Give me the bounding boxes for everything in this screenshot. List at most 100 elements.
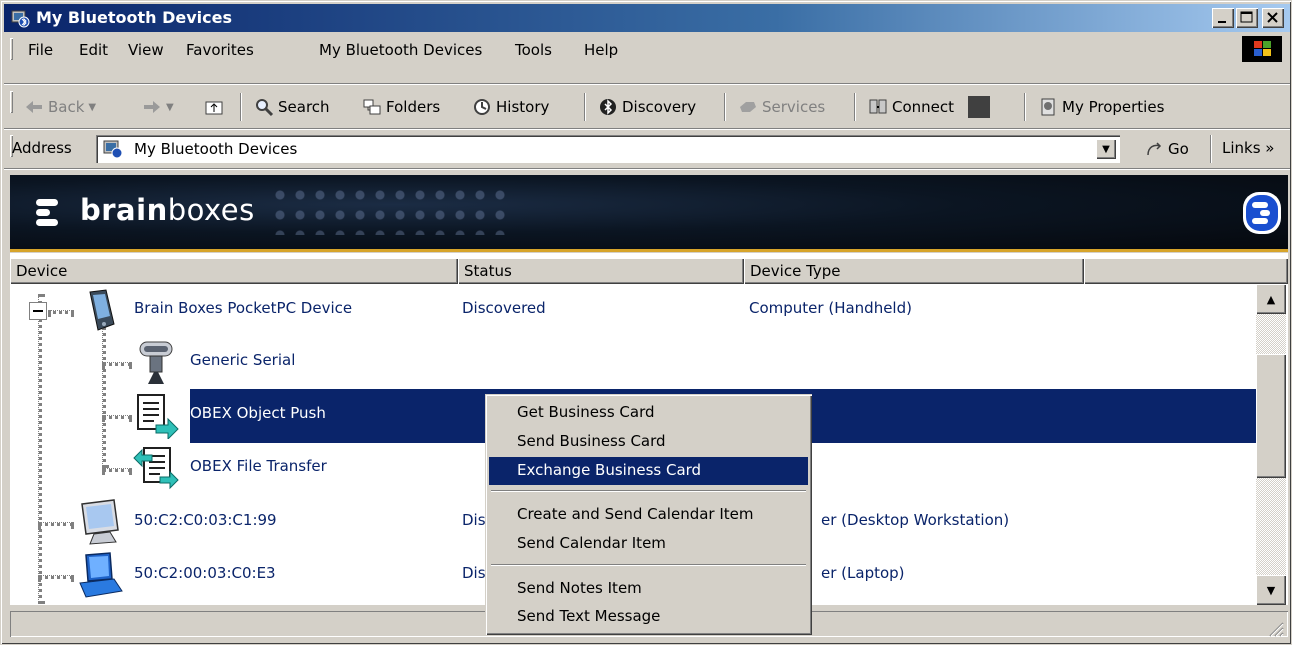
device-row-pocketpc[interactable]: Brain Boxes PocketPC Device Discovered C… (10, 284, 1256, 338)
back-dropdown-icon[interactable]: ▼ (88, 102, 96, 113)
obex-transfer-icon (133, 447, 179, 490)
minimize-icon (1218, 21, 1226, 23)
toolbar-separator (1210, 135, 1212, 163)
pocketpc-icon (89, 289, 115, 331)
back-button[interactable]: Back ▼ (24, 95, 96, 119)
services-label: Services (762, 98, 826, 116)
search-icon (256, 99, 274, 117)
close-icon (1267, 12, 1278, 23)
history-icon (474, 99, 490, 115)
device-name: 50:C2:00:03:C0:E3 (134, 564, 276, 582)
brand-wordmark: brainboxes (80, 193, 255, 227)
history-button[interactable]: History (472, 95, 549, 119)
my-properties-button[interactable]: My Properties (1038, 95, 1164, 119)
toolbar-separator (854, 93, 856, 121)
vertical-scrollbar[interactable]: ▲ ▼ (1256, 284, 1286, 605)
up-folder-button[interactable] (204, 95, 224, 119)
bluetooth-icon (600, 99, 616, 115)
address-input[interactable]: My Bluetooth Devices ▼ (96, 135, 1120, 163)
obex-push-icon (137, 394, 179, 439)
forward-arrow-icon (144, 101, 160, 113)
menu-file[interactable]: File (28, 41, 53, 59)
menu-my-bluetooth-devices[interactable]: My Bluetooth Devices (319, 41, 482, 59)
discovery-button[interactable]: Discovery (598, 95, 696, 119)
properties-icon (1041, 98, 1055, 116)
column-header-empty[interactable] (1084, 258, 1288, 284)
column-header-status[interactable]: Status (458, 258, 744, 284)
service-name: OBEX File Transfer (190, 457, 327, 475)
menu-help[interactable]: Help (584, 41, 618, 59)
links-button[interactable]: Links » (1222, 139, 1274, 157)
toolbar-separator (240, 93, 242, 121)
arrow-up-icon: ▲ (1266, 292, 1276, 306)
windows-logo-icon (1242, 36, 1282, 62)
menu-tools[interactable]: Tools (515, 41, 552, 59)
address-dropdown-button[interactable]: ▼ (1096, 139, 1116, 159)
bluetooth-devices-icon (103, 140, 123, 159)
service-name: OBEX Object Push (190, 404, 326, 422)
forward-dropdown-icon[interactable]: ▼ (166, 102, 174, 113)
connect-label: Connect (892, 98, 955, 116)
services-button[interactable]: Services (738, 95, 825, 119)
explorer-window: My Bluetooth Devices File Edit View Favo… (0, 0, 1292, 645)
menu-item-send-text-message[interactable]: Send Text Message (489, 603, 808, 631)
menu-separator (491, 490, 806, 492)
toolbar-divider (4, 128, 1290, 130)
address-value: My Bluetooth Devices (134, 140, 298, 158)
address-label: Address (12, 139, 72, 157)
menubar-divider (4, 83, 1290, 85)
go-arrow-icon (1147, 142, 1162, 156)
go-label: Go (1168, 140, 1189, 158)
menu-bar: File Edit View Favorites My Bluetooth De… (4, 34, 1290, 64)
tree-line (102, 362, 132, 366)
folders-button[interactable]: Folders (362, 95, 440, 119)
services-icon (740, 102, 756, 112)
menu-item-send-calendar-item[interactable]: Send Calendar Item (489, 530, 808, 558)
service-row-generic-serial[interactable]: Generic Serial (10, 336, 1256, 390)
connect-icon (869, 99, 887, 114)
column-header-device-type[interactable]: Device Type (744, 258, 1084, 284)
scroll-thumb[interactable] (1256, 354, 1286, 478)
menubar-grip[interactable] (10, 38, 13, 60)
banner-accent-line (10, 249, 1288, 252)
scroll-up-button[interactable]: ▲ (1256, 284, 1286, 314)
menu-view[interactable]: View (128, 41, 164, 59)
address-bar: Address My Bluetooth Devices ▼ Go Links … (4, 131, 1290, 167)
tree-line (102, 415, 132, 419)
menu-item-send-notes-item[interactable]: Send Notes Item (489, 575, 808, 603)
banner-pattern (270, 185, 510, 235)
device-status: Discovered (462, 299, 546, 317)
device-status: Dis (462, 511, 486, 529)
menu-favorites[interactable]: Favorites (186, 41, 254, 59)
history-label: History (496, 98, 550, 116)
menu-item-get-business-card[interactable]: Get Business Card (489, 399, 808, 427)
title-bar[interactable]: My Bluetooth Devices (4, 4, 1290, 32)
device-name: 50:C2:C0:03:C1:99 (134, 511, 277, 529)
forward-button[interactable]: ▼ (142, 95, 174, 119)
laptop-icon (79, 552, 123, 598)
device-status: Dis (462, 564, 486, 582)
menu-item-send-business-card[interactable]: Send Business Card (489, 428, 808, 456)
toolbar-separator (584, 93, 586, 121)
arrow-down-icon: ▼ (1266, 583, 1276, 597)
menu-item-create-send-calendar-item[interactable]: Create and Send Calendar Item (489, 501, 808, 529)
menu-item-exchange-business-card[interactable]: Exchange Business Card (489, 457, 808, 485)
toolbar-separator (1024, 93, 1026, 121)
tree-line (102, 468, 132, 472)
column-header-device[interactable]: Device (10, 258, 458, 284)
my-properties-label: My Properties (1062, 98, 1165, 116)
close-button[interactable] (1262, 8, 1284, 28)
resize-grip-icon[interactable] (1266, 619, 1284, 637)
menu-edit[interactable]: Edit (79, 41, 108, 59)
connect-dropdown-icon[interactable] (968, 96, 991, 118)
search-button[interactable]: Search (254, 95, 330, 119)
connect-button[interactable]: Connect (868, 95, 991, 119)
serial-plug-icon (139, 341, 173, 384)
collapse-toggle[interactable] (29, 302, 47, 320)
brainboxes-badge-icon (1243, 192, 1281, 234)
go-button[interactable]: Go (1144, 139, 1189, 159)
minimize-button[interactable] (1212, 8, 1234, 28)
maximize-button[interactable] (1236, 8, 1258, 28)
toolbar-grip[interactable] (10, 91, 13, 113)
scroll-down-button[interactable]: ▼ (1256, 575, 1286, 605)
